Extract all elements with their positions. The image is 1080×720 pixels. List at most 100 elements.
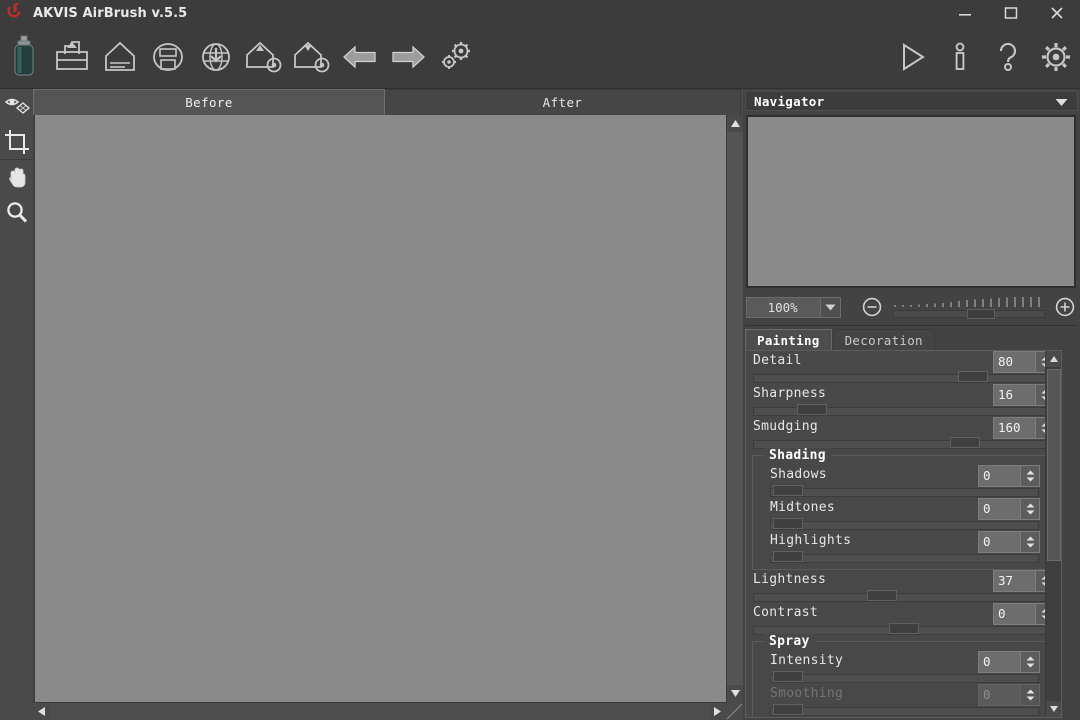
parameter-value: 0 [998, 606, 1006, 621]
parameter-label: Shadows [770, 467, 827, 482]
tab-decoration[interactable]: Decoration [832, 329, 935, 351]
spinner-arrows-icon [1020, 685, 1039, 705]
spinner-arrows-icon[interactable] [1020, 499, 1039, 519]
parameter-slider-thumb[interactable] [773, 485, 804, 496]
arrow-right-icon[interactable] [384, 28, 432, 86]
canvas-vertical-scrollbar[interactable] [726, 115, 744, 702]
minimize-icon[interactable] [942, 0, 988, 26]
canvas-horizontal-scrollbar[interactable] [33, 702, 726, 720]
parameter-slider-track[interactable] [770, 551, 1039, 563]
akvis-logo-icon [2, 0, 28, 26]
parameter-slider-thumb[interactable] [958, 371, 989, 382]
canvas-container [33, 115, 744, 720]
parameter-label: Detail [753, 353, 802, 368]
scroll-up-icon[interactable] [1046, 351, 1061, 367]
parameter-group-title: Spray [764, 634, 815, 649]
settings-panel: Painting Decoration Detail 80 Sharpness 16 S… [745, 325, 1078, 718]
plus-circle-icon[interactable] [1054, 296, 1076, 318]
close-icon[interactable] [1034, 0, 1080, 26]
parameter-spinbox[interactable]: 0 [978, 465, 1040, 487]
parameter-slider-track[interactable] [770, 671, 1039, 683]
parameter-value: 0 [983, 687, 991, 702]
info-icon[interactable] [936, 28, 984, 86]
globe-download-icon[interactable] [192, 28, 240, 86]
scroll-up-icon[interactable] [727, 115, 744, 132]
spinner-arrows-icon[interactable] [1020, 652, 1039, 672]
spinner-arrows-icon[interactable] [1020, 532, 1039, 552]
scrollbar-thumb[interactable] [1047, 369, 1061, 561]
scrollbar-track[interactable] [727, 132, 744, 685]
parameter-spinbox[interactable]: 0 [978, 531, 1040, 553]
navigator-preview[interactable] [746, 115, 1076, 288]
minus-circle-icon[interactable] [861, 296, 883, 318]
zoom-slider-ticks [894, 297, 1040, 307]
parameter-slider-thumb[interactable] [950, 437, 981, 448]
settings-tabs: Painting Decoration [745, 329, 935, 351]
load-settings-icon[interactable] [240, 28, 288, 86]
crop-icon[interactable] [0, 124, 33, 159]
parameter-row: Shadows 0 [769, 465, 1040, 498]
gears-icon[interactable] [432, 28, 480, 86]
parameter-row: Sharpness 16 [752, 384, 1055, 417]
navigator-header[interactable]: Navigator [745, 91, 1078, 111]
gear-icon[interactable] [1032, 28, 1080, 86]
scroll-left-icon[interactable] [33, 703, 50, 720]
magnifier-icon[interactable] [0, 195, 33, 230]
title-bar: AKVIS AirBrush v.5.5 [0, 0, 1080, 26]
app-title: AKVIS AirBrush v.5.5 [33, 5, 188, 21]
parameter-slider-thumb[interactable] [773, 518, 804, 529]
parameter-label: Lightness [753, 572, 827, 587]
parameter-slider-thumb[interactable] [773, 671, 804, 682]
printer-icon[interactable] [144, 28, 192, 86]
parameter-spinbox[interactable]: 0 [978, 498, 1040, 520]
zoom-slider[interactable] [889, 296, 1048, 319]
parameter-slider-track[interactable] [753, 371, 1054, 383]
tab-after[interactable]: After [385, 89, 741, 115]
parameter-value: 0 [983, 654, 991, 669]
parameter-slider-thumb[interactable] [888, 623, 919, 634]
parameter-slider-thumb[interactable] [797, 404, 828, 415]
maximize-icon[interactable] [988, 0, 1034, 26]
parameter-spinbox[interactable]: 0 [978, 651, 1040, 673]
scrollbar-track[interactable] [50, 703, 726, 720]
parameter-row: Lightness 37 [752, 570, 1055, 603]
parameter-label: Contrast [753, 605, 819, 620]
chevron-down-icon[interactable] [820, 297, 841, 317]
save-icon[interactable] [96, 28, 144, 86]
save-settings-icon[interactable] [288, 28, 336, 86]
parameter-slider-thumb[interactable] [773, 551, 804, 562]
scroll-down-icon[interactable] [1046, 701, 1061, 717]
image-canvas[interactable] [35, 115, 726, 702]
parameter-slider-thumb[interactable] [866, 590, 897, 601]
question-icon[interactable] [984, 28, 1032, 86]
spinner-arrows-icon[interactable] [1020, 466, 1039, 486]
zoom-slider-thumb[interactable] [967, 309, 996, 319]
chevron-down-icon[interactable] [1055, 92, 1068, 111]
parameter-row: Midtones 0 [769, 498, 1040, 531]
parameter-spinbox: 0 [978, 684, 1040, 706]
tab-before[interactable]: Before [33, 89, 385, 115]
arrow-left-icon[interactable] [336, 28, 384, 86]
settings-vertical-scrollbar[interactable] [1045, 351, 1061, 717]
scroll-down-icon[interactable] [727, 685, 744, 702]
image-area: Before After [33, 89, 744, 720]
resize-grip[interactable] [726, 702, 743, 720]
parameter-slider-track[interactable] [770, 485, 1039, 497]
tool-rail [0, 89, 33, 720]
parameter-group-title: Shading [764, 448, 831, 463]
parameter-row: Detail 80 [752, 351, 1055, 384]
parameter-slider-track[interactable] [753, 404, 1054, 416]
parameter-value: 37 [998, 573, 1014, 588]
open-folder-icon[interactable] [48, 28, 96, 86]
spray-can-icon[interactable] [0, 28, 48, 86]
parameter-slider-track[interactable] [770, 518, 1039, 530]
scroll-right-icon[interactable] [709, 703, 726, 720]
parameter-value: 0 [983, 468, 991, 483]
tab-painting[interactable]: Painting [745, 329, 832, 351]
eye-preview-icon[interactable] [0, 89, 33, 124]
parameter-row: Smudging 160 [752, 417, 1055, 450]
hand-icon[interactable] [0, 160, 33, 195]
zoom-level-combobox[interactable]: 100% [746, 296, 842, 318]
parameter-slider-track[interactable] [753, 590, 1054, 602]
play-icon[interactable] [888, 28, 936, 86]
